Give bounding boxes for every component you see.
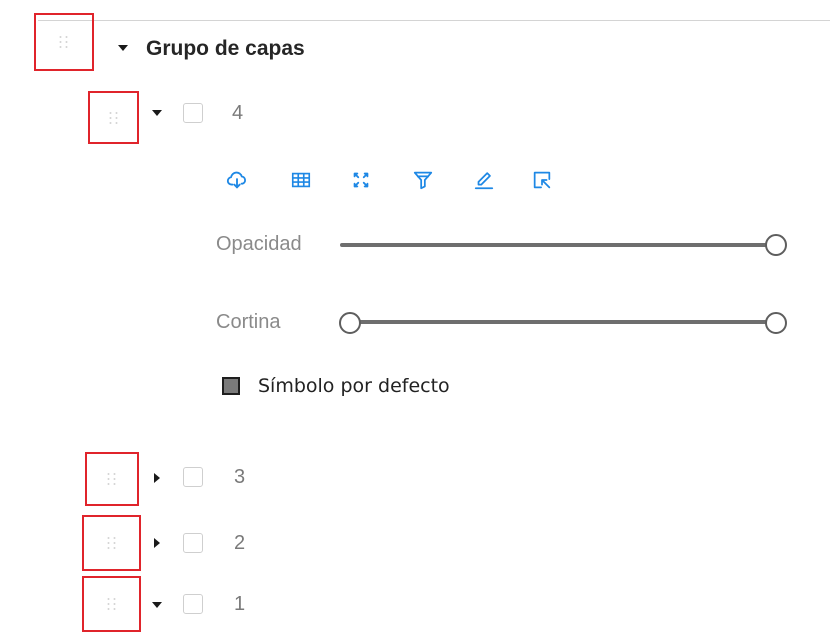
curtain-slider-thumb-min[interactable] (339, 312, 361, 334)
drag-dots-icon (107, 598, 116, 610)
layer-3-label: 3 (234, 466, 246, 488)
layer-2-visibility-checkbox[interactable] (183, 533, 203, 553)
drag-dots-icon (59, 36, 69, 48)
group-title: Grupo de capas (146, 37, 305, 60)
group-drag-handle[interactable] (34, 13, 94, 71)
layer-4-drag-handle[interactable] (88, 91, 139, 144)
group-caret-down-icon[interactable] (118, 45, 128, 51)
layer-3-drag-handle[interactable] (85, 452, 139, 506)
layer-4-label: 4 (232, 102, 244, 124)
symbol-label: Símbolo por defecto (258, 375, 450, 397)
select-icon[interactable] (531, 169, 553, 191)
drag-dots-icon (107, 473, 117, 485)
layer-3-visibility-checkbox[interactable] (183, 467, 203, 487)
drag-dots-icon (109, 111, 118, 124)
layer-2-drag-handle[interactable] (82, 515, 141, 571)
curtain-slider-thumb-max[interactable] (765, 312, 787, 334)
layer-1-label: 1 (234, 593, 246, 615)
layer-2-label: 2 (234, 532, 246, 554)
cloud-download-icon[interactable] (226, 169, 248, 191)
layer-1-visibility-checkbox[interactable] (183, 594, 203, 614)
layer-1-caret-down-icon[interactable] (152, 602, 162, 608)
zoom-to-extent-icon[interactable] (350, 169, 372, 191)
layer-2-caret-right-icon[interactable] (154, 538, 160, 548)
layer-4-visibility-checkbox[interactable] (183, 103, 203, 123)
curtain-label: Cortina (216, 311, 281, 333)
layer-4-caret-down-icon[interactable] (152, 110, 162, 116)
opacity-track[interactable] (340, 243, 776, 247)
table-icon[interactable] (290, 169, 312, 191)
filter-icon[interactable] (412, 169, 434, 191)
opacity-label: Opacidad (216, 233, 302, 255)
layer-3-caret-right-icon[interactable] (154, 473, 160, 483)
layer-1-drag-handle[interactable] (82, 576, 141, 632)
top-divider (38, 20, 830, 21)
drag-dots-icon (107, 537, 116, 549)
edit-icon[interactable] (473, 169, 495, 191)
curtain-track[interactable] (350, 320, 776, 324)
symbol-swatch (222, 377, 240, 395)
opacity-slider-thumb[interactable] (765, 234, 787, 256)
